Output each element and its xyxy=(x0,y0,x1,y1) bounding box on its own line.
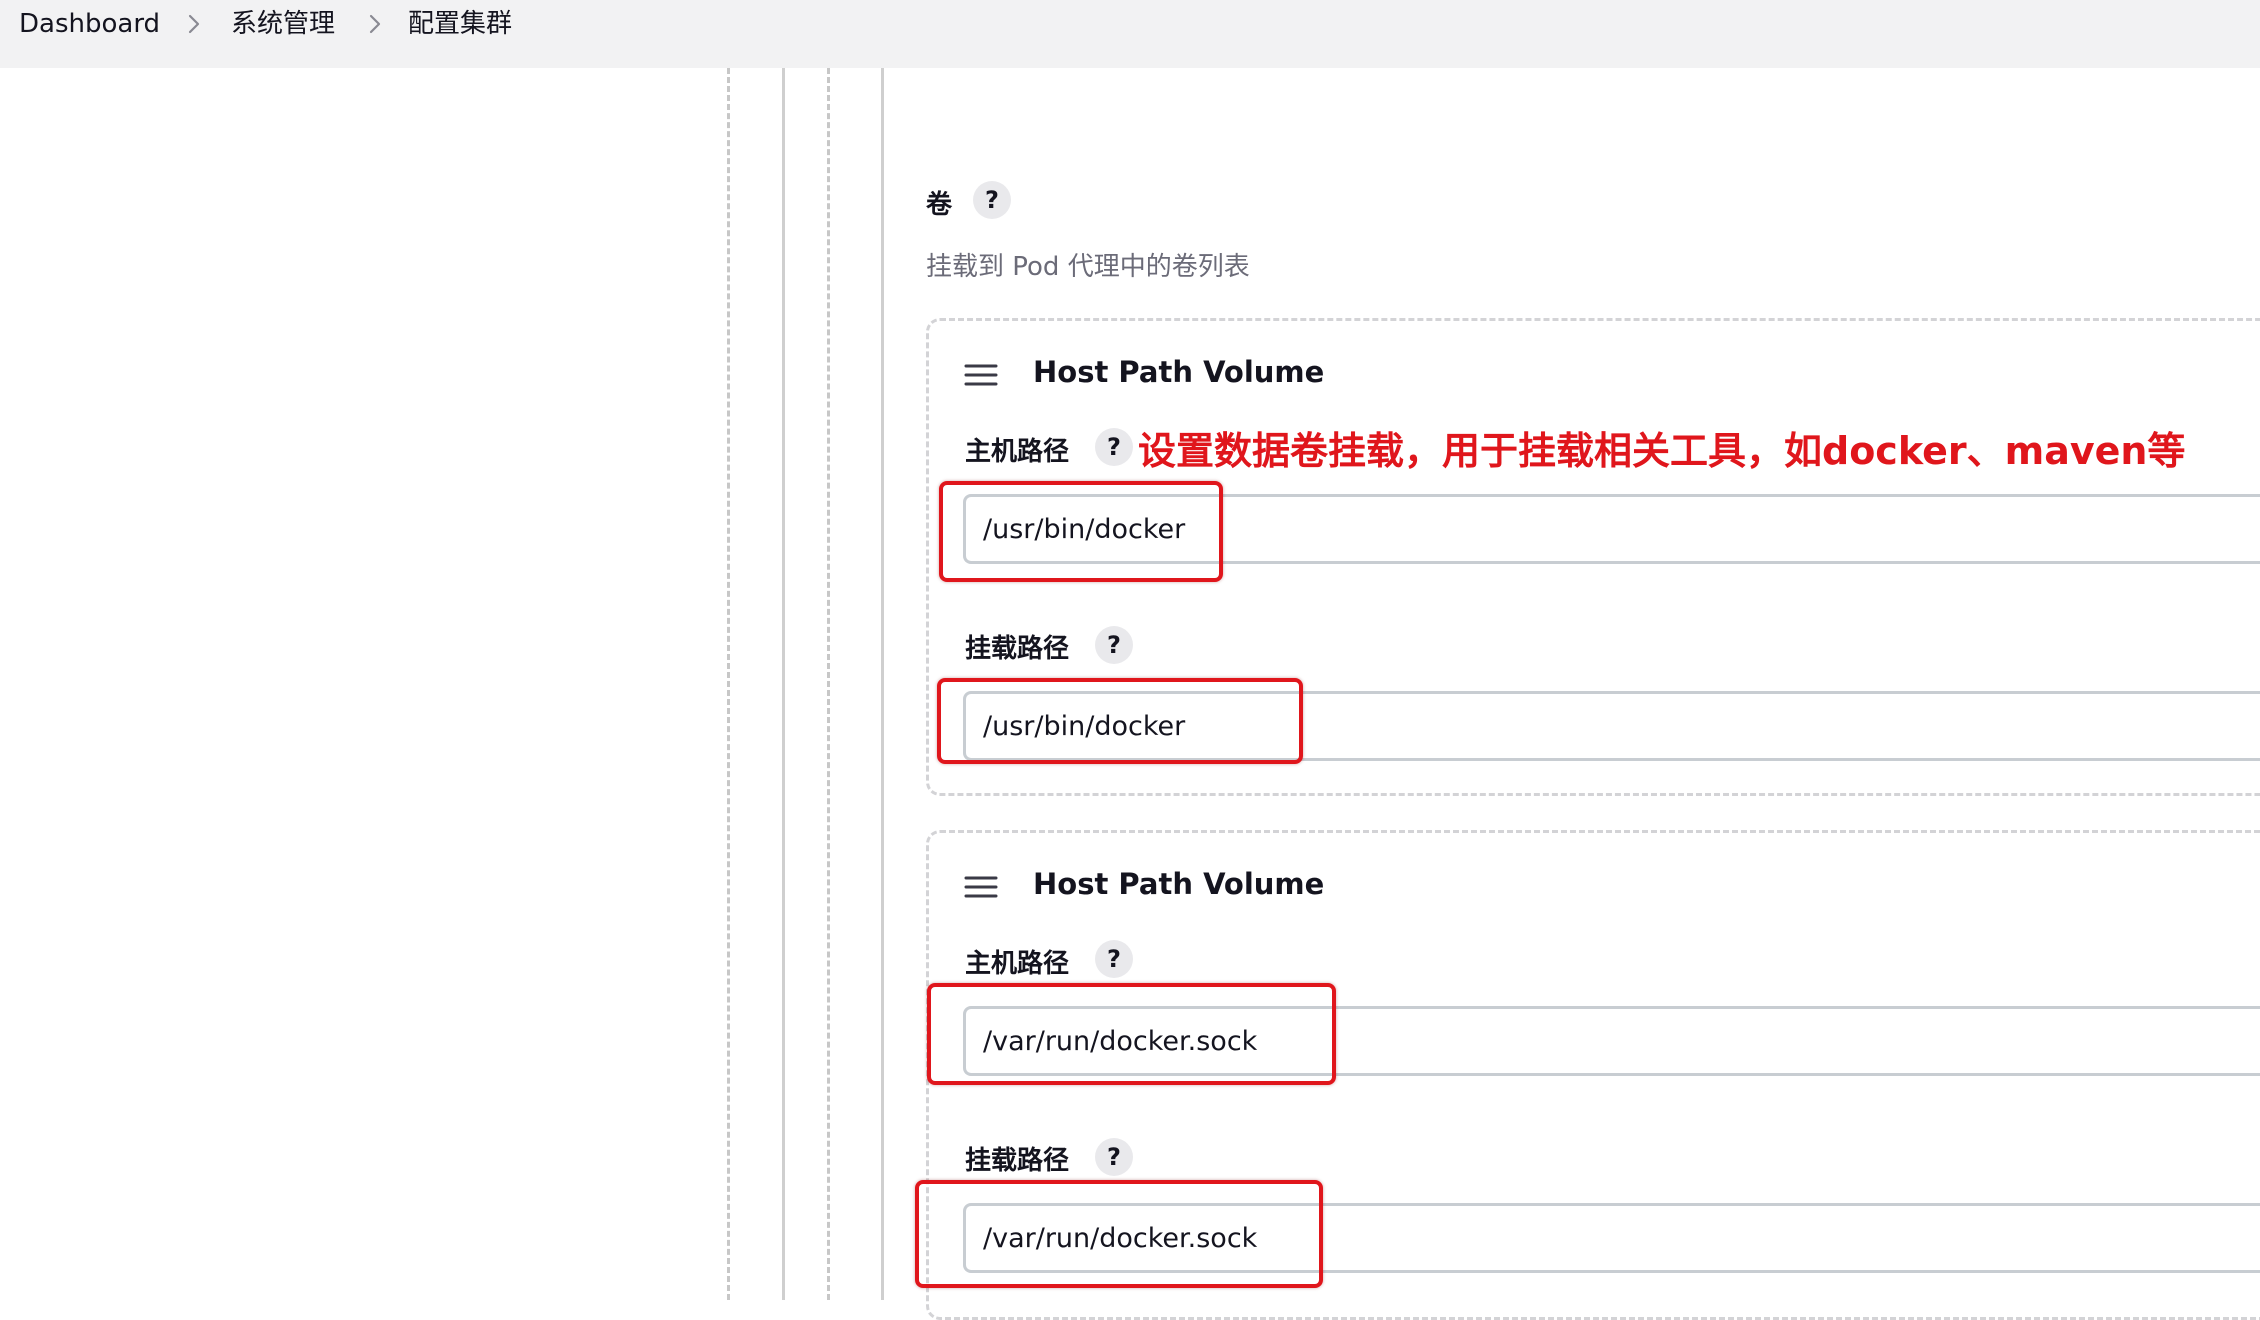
host-path-help-button[interactable]: ? xyxy=(1095,428,1133,466)
mount-path-label: 挂载路径 xyxy=(965,634,1070,664)
annotation-highlight-box xyxy=(939,481,1223,582)
drag-handle-icon[interactable] xyxy=(964,875,998,899)
nesting-guide-line xyxy=(827,68,830,1300)
nesting-guide-line xyxy=(881,68,884,1300)
annotation-highlight-box xyxy=(937,678,1303,764)
chevron-right-icon xyxy=(362,11,388,37)
volume-card-title: Host Path Volume xyxy=(1033,355,1325,389)
breadcrumb-system-management[interactable]: 系统管理 xyxy=(231,0,335,48)
host-path-label: 主机路径 xyxy=(965,949,1070,979)
volumes-help-button[interactable]: ? xyxy=(973,181,1011,219)
chevron-right-icon xyxy=(181,11,207,37)
breadcrumb-configure-cluster[interactable]: 配置集群 xyxy=(408,0,512,48)
nesting-guide-line xyxy=(782,68,785,1300)
volume-card-title: Host Path Volume xyxy=(1033,867,1325,901)
drag-handle-icon[interactable] xyxy=(964,363,998,387)
volumes-description: 挂载到 Pod 代理中的卷列表 xyxy=(926,252,1250,282)
annotation-text: 设置数据卷挂载，用于挂载相关工具，如docker、maven等 xyxy=(1138,429,2186,473)
host-path-label: 主机路径 xyxy=(965,437,1070,467)
host-path-help-button[interactable]: ? xyxy=(1095,940,1133,978)
mount-path-help-button[interactable]: ? xyxy=(1095,1138,1133,1176)
mount-path-label: 挂载路径 xyxy=(965,1146,1070,1176)
annotation-highlight-box xyxy=(915,1180,1323,1288)
nesting-guide-line xyxy=(727,68,730,1300)
breadcrumb-bar: Dashboard 系统管理 配置集群 xyxy=(0,0,2260,68)
volumes-label: 卷 xyxy=(926,190,953,220)
breadcrumb-dashboard[interactable]: Dashboard xyxy=(19,0,160,48)
mount-path-help-button[interactable]: ? xyxy=(1095,626,1133,664)
annotation-highlight-box xyxy=(927,983,1336,1085)
